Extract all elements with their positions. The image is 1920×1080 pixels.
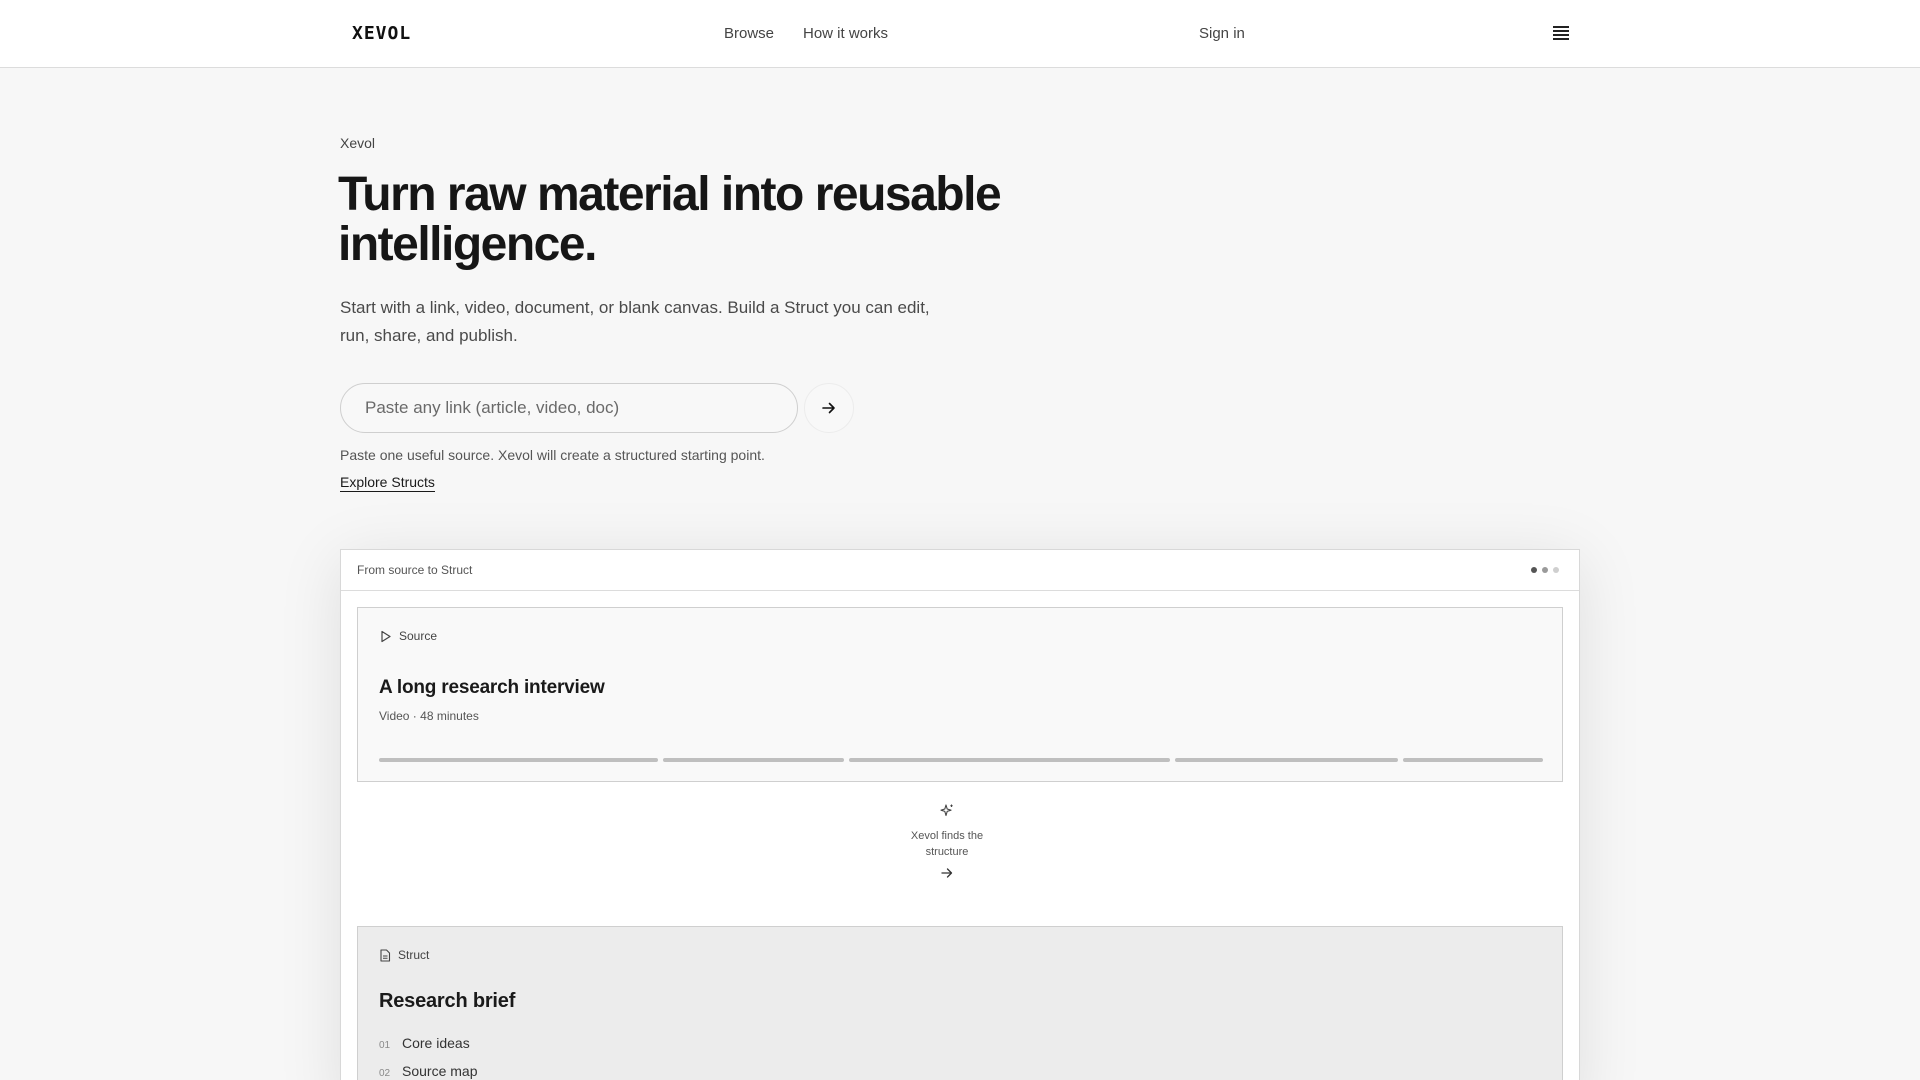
link-input[interactable] xyxy=(340,383,798,433)
demo-card-title: From source to Struct xyxy=(357,563,473,577)
source-label-text: Source xyxy=(399,629,438,643)
play-icon xyxy=(381,630,391,642)
nav-how-it-works-link[interactable]: How it works xyxy=(803,25,888,42)
transition-text: Xevol finds the structure xyxy=(910,830,984,858)
struct-heading: Research brief xyxy=(379,990,516,1012)
hero-eyebrow: Xevol xyxy=(340,135,376,151)
source-panel: Source A long research interview Video ·… xyxy=(357,607,1563,782)
source-heading: A long research interview xyxy=(379,677,605,698)
hero-subhead: Start with a link, video, document, or b… xyxy=(340,298,930,345)
source-segment xyxy=(1175,758,1399,762)
demo-card: From source to Struct Source A long rese… xyxy=(340,549,1580,1080)
outline-item-number: 01 xyxy=(379,1040,391,1051)
arrow-right-icon xyxy=(941,868,953,878)
nav-browse-link[interactable]: Browse xyxy=(724,25,774,42)
outline-item-label: Core ideas xyxy=(402,1035,470,1051)
carousel-dot[interactable] xyxy=(1553,567,1559,573)
outline-item[interactable]: 02 Source map xyxy=(379,1063,477,1080)
explore-structs-link[interactable]: Explore Structs xyxy=(340,474,435,492)
hero-headline: Turn raw material into reusable intellig… xyxy=(338,168,1002,271)
source-meta: Video · 48 minutes xyxy=(379,709,479,723)
sign-in-link[interactable]: Sign in xyxy=(1199,25,1245,42)
source-segment-bar xyxy=(379,758,1543,762)
struct-panel: Struct Research brief 01 Core ideas 02 S… xyxy=(357,926,1563,1080)
sparkle-icon xyxy=(940,804,953,817)
struct-label: Struct xyxy=(379,948,429,962)
carousel-dots[interactable] xyxy=(1531,567,1559,573)
submit-link-button[interactable] xyxy=(804,383,854,433)
source-segment xyxy=(379,758,659,762)
outline-item[interactable]: 01 Core ideas xyxy=(379,1035,477,1063)
document-icon xyxy=(380,948,391,962)
struct-outline: 01 Core ideas 02 Source map xyxy=(379,1035,477,1080)
top-navigation-bar: XEVOL Browse How it works Sign in xyxy=(0,0,1920,68)
hamburger-menu-icon[interactable] xyxy=(1553,26,1569,40)
outline-item-label: Source map xyxy=(402,1063,478,1079)
source-segment xyxy=(663,758,845,762)
arrow-right-icon xyxy=(822,402,835,414)
demo-card-header: From source to Struct xyxy=(341,550,1579,591)
input-helper-text: Paste one useful source. Xevol will crea… xyxy=(340,447,765,463)
struct-label-text: Struct xyxy=(398,948,430,962)
source-segment xyxy=(1403,758,1543,762)
carousel-dot[interactable] xyxy=(1542,567,1548,573)
transition-indicator: Xevol finds the structure xyxy=(909,803,985,885)
outline-item-number: 02 xyxy=(379,1068,391,1079)
xevol-logo[interactable]: XEVOL xyxy=(352,23,411,44)
carousel-dot[interactable] xyxy=(1531,567,1537,573)
source-label: Source xyxy=(379,629,437,643)
source-segment xyxy=(849,758,1171,762)
